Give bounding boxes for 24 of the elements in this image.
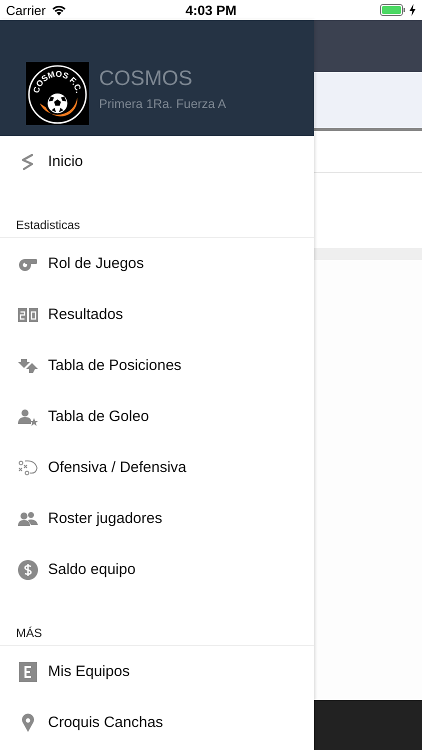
- wifi-icon: [50, 4, 67, 16]
- battery-icon: [380, 4, 406, 16]
- menu-item[interactable]: Saldo equipo: [0, 544, 314, 595]
- play-diagram-icon: [18, 458, 38, 478]
- dollar-coin-icon: [18, 560, 38, 580]
- soccer-ball-badge-drawing: [26, 62, 89, 125]
- menu-item[interactable]: Roster jugadores: [0, 493, 314, 544]
- team-name: COSMOS: [99, 67, 192, 91]
- charging-icon: [409, 4, 416, 16]
- menu-item[interactable]: Tabla de Posiciones: [0, 340, 314, 391]
- menu-item[interactable]: Croquis Canchas: [0, 697, 314, 748]
- section-heading: MÁS: [16, 626, 42, 640]
- person-star-icon: [18, 406, 38, 426]
- menu-item[interactable]: Ofensiva / Defensiva: [0, 442, 314, 493]
- division-label: Primera 1Ra. Fuerza A: [99, 97, 226, 111]
- menu-item[interactable]: Mis Equipos: [0, 646, 314, 697]
- menu-item[interactable]: Inicio: [0, 136, 314, 187]
- clock-time: 4:03 PM: [185, 2, 237, 18]
- section-heading: Estadisticas: [16, 218, 80, 232]
- menu-item[interactable]: Resultados: [0, 289, 314, 340]
- menu-item[interactable]: Rol de Juegos: [0, 238, 314, 289]
- letter-e-icon: [18, 662, 38, 682]
- carrier-label: Carrier: [6, 2, 46, 18]
- menu-item[interactable]: Tabla de Goleo: [0, 391, 314, 442]
